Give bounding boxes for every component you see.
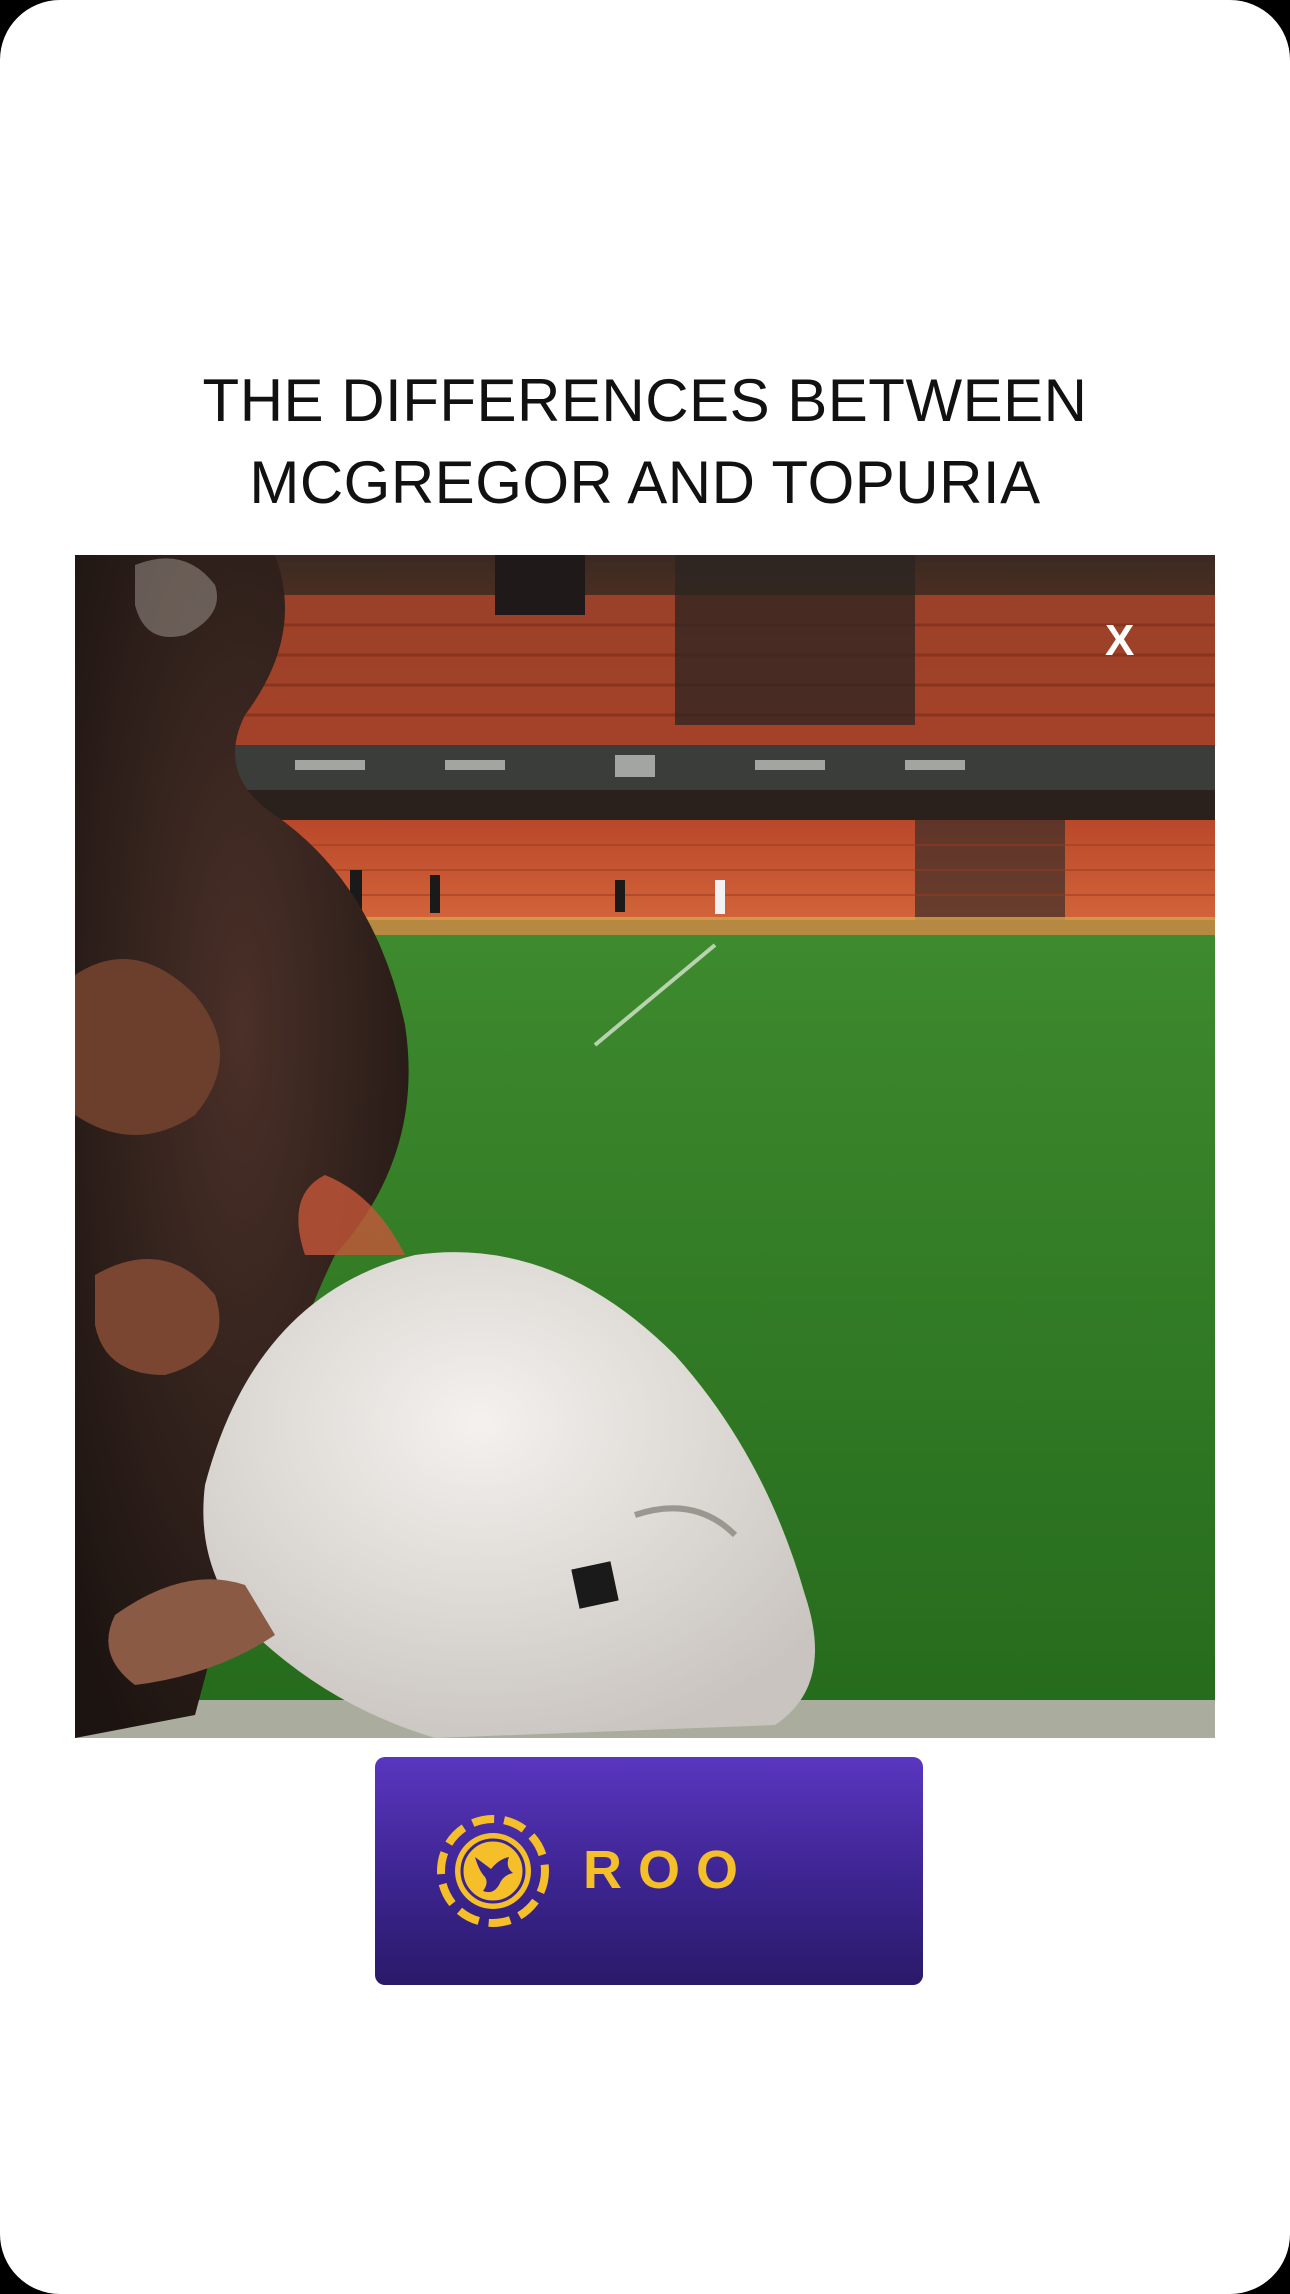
- headline-line-2: MCGREGOR AND TOPURIA: [249, 449, 1041, 516]
- promo-banner[interactable]: ROO: [369, 1757, 929, 1985]
- ticket-edge-right: [917, 1767, 929, 1975]
- video-frame[interactable]: X: [75, 555, 1215, 1738]
- stadium-scene-image: X: [75, 555, 1215, 1738]
- stadium-logo-mark: X: [1105, 616, 1134, 665]
- kangaroo-chip-icon: [437, 1815, 549, 1927]
- post-headline: THE DIFFERENCES BETWEEN MCGREGOR AND TOP…: [0, 360, 1290, 524]
- ticket-edge-left: [369, 1767, 381, 1975]
- promo-brand-text: ROO: [583, 1840, 755, 1900]
- story-card: THE DIFFERENCES BETWEEN MCGREGOR AND TOP…: [0, 0, 1290, 2294]
- headline-line-1: THE DIFFERENCES BETWEEN: [202, 367, 1088, 434]
